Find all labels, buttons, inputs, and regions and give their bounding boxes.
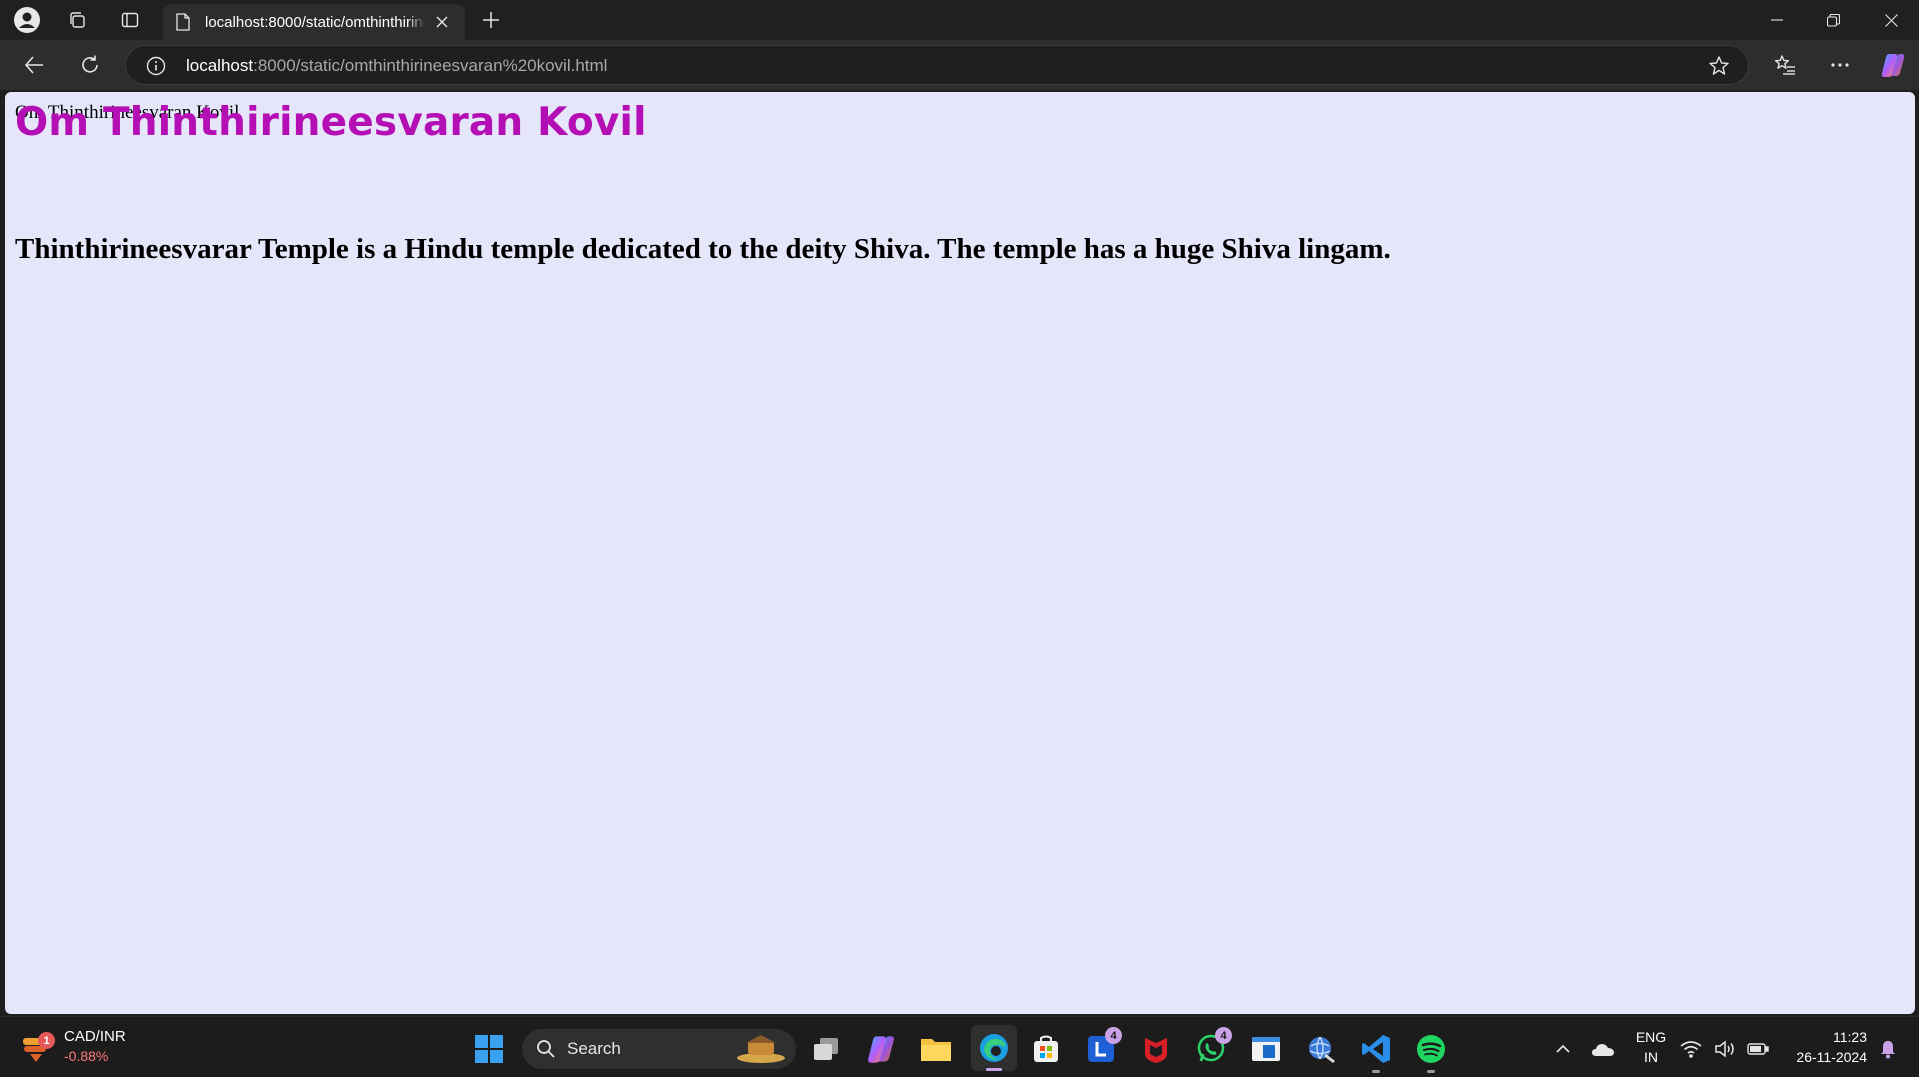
search-label: Search [567,1039,621,1058]
task-view-icon[interactable] [806,1029,846,1069]
edge-taskbar-icon[interactable] [971,1025,1017,1071]
weather-widget-icon[interactable]: 1 [20,1030,56,1066]
more-options-icon[interactable] [1822,48,1858,82]
close-tab-icon[interactable] [431,11,453,33]
battery-icon[interactable] [1743,1029,1773,1069]
spotify-icon[interactable] [1411,1029,1451,1073]
widget-badge: 1 [38,1032,55,1049]
copilot-icon[interactable] [1875,48,1911,82]
profile-avatar-icon[interactable] [12,6,42,34]
copilot-app-icon[interactable] [861,1029,901,1069]
page-heading: Om Thinthirineesvaran Kovil [15,100,647,145]
site-info-icon[interactable] [146,56,166,76]
open-app-indicator [1427,1070,1435,1073]
whatsapp-icon[interactable]: 4 [1191,1027,1232,1069]
favorites-icon[interactable] [1767,48,1803,82]
volume-icon[interactable] [1710,1029,1740,1069]
restore-button[interactable] [1805,0,1861,40]
todo-app-icon[interactable]: 4 [1081,1027,1122,1069]
url-text[interactable]: localhost:8000/static/omthinthirineesvar… [186,56,607,76]
vertical-tabs-icon[interactable] [115,6,145,34]
start-button[interactable] [469,1029,509,1069]
active-app-indicator [986,1068,1002,1071]
file-explorer-icon[interactable] [916,1029,956,1069]
widget-title[interactable]: CAD/INR [64,1028,126,1045]
mcafee-icon[interactable] [1136,1029,1176,1069]
favorite-star-icon[interactable] [1708,55,1730,77]
new-tab-button[interactable] [475,5,507,35]
onedrive-icon[interactable] [1583,1029,1623,1069]
clock-time[interactable]: 11:23 [1785,1029,1867,1045]
url-path: :8000/static/omthinthirineesvaran%20kovi… [253,56,608,75]
vscode-icon[interactable] [1356,1029,1396,1073]
page-paragraph: Thinthirineesvarar Temple is a Hindu tem… [15,233,1391,265]
show-hidden-icons-chevron-icon[interactable] [1543,1029,1583,1069]
back-button[interactable] [16,48,52,82]
widget-value[interactable]: -0.88% [64,1048,108,1064]
refresh-button[interactable] [72,48,108,82]
todo-badge: 4 [1105,1027,1122,1044]
address-bar[interactable]: localhost:8000/static/omthinthirineesvar… [125,45,1749,85]
language-indicator-bottom[interactable]: IN [1628,1049,1674,1065]
close-window-button[interactable] [1863,0,1919,40]
microsoft-store-icon[interactable] [1026,1029,1066,1069]
minimize-button[interactable] [1749,0,1805,40]
wifi-icon[interactable] [1676,1029,1706,1069]
tab-title: localhost:8000/static/omthinthirineesvar… [205,14,425,31]
page-icon [176,13,190,31]
clock-date[interactable]: 26-11-2024 [1779,1049,1867,1065]
open-app-indicator [1372,1070,1380,1073]
browser-tab-strip: localhost:8000/static/omthinthirineesvar… [0,0,1919,40]
url-host: localhost [186,56,254,75]
globe-app-icon[interactable] [1301,1029,1341,1069]
active-tab[interactable]: localhost:8000/static/omthinthirineesvar… [163,4,465,40]
window-app-icon[interactable] [1246,1029,1286,1069]
browser-toolbar: localhost:8000/static/omthinthirineesvar… [0,40,1919,90]
windows-taskbar: 1 CAD/INR -0.88% Search 4 4 ENG IN 11:23… [0,1016,1919,1077]
workspaces-icon[interactable] [62,6,92,34]
search-icon [537,1040,555,1058]
search-highlight-icon [737,1035,785,1063]
taskbar-search[interactable]: Search [522,1029,796,1069]
page-content: Om Thinthirineesvaran Kovil Om Thinthiri… [5,92,1915,1014]
whatsapp-badge: 4 [1215,1027,1232,1044]
notification-bell-icon[interactable] [1876,1029,1900,1069]
language-indicator-top[interactable]: ENG [1628,1029,1674,1045]
